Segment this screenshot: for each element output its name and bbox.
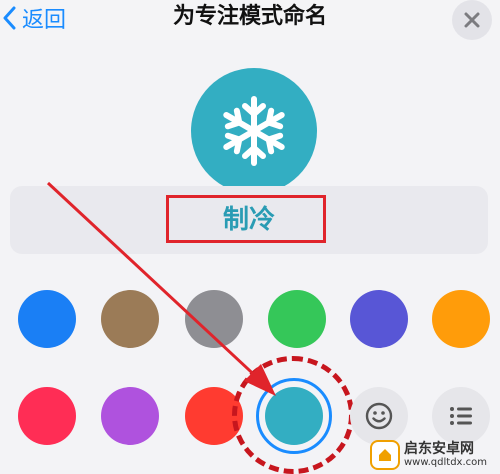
watermark: 启东安卓网 www.qdltdx.com bbox=[370, 436, 500, 474]
page-title: 为专注模式命名 bbox=[172, 4, 327, 29]
close-button[interactable] bbox=[452, 0, 492, 40]
color-swatch-pink[interactable] bbox=[18, 387, 76, 445]
color-swatch-blue[interactable] bbox=[18, 290, 76, 348]
color-swatch-orange[interactable] bbox=[432, 290, 490, 348]
focus-name-screen: 返回 为专注模式命名 制冷 启东安卓网 www.qdltdx.com bbox=[0, 0, 500, 474]
color-swatch-purple[interactable] bbox=[101, 387, 159, 445]
color-swatch-teal-selected[interactable] bbox=[265, 387, 323, 445]
smiley-icon bbox=[365, 402, 393, 430]
annotation-highlight-box bbox=[166, 195, 326, 243]
watermark-logo-icon bbox=[370, 440, 400, 470]
color-swatch-brown[interactable] bbox=[101, 290, 159, 348]
color-swatch-green[interactable] bbox=[268, 290, 326, 348]
watermark-url: www.qdltdx.com bbox=[404, 457, 487, 469]
mode-icon-circle[interactable] bbox=[191, 68, 317, 194]
snowflake-icon bbox=[218, 96, 290, 167]
color-swatch-indigo[interactable] bbox=[350, 290, 408, 348]
color-swatch-gray[interactable] bbox=[185, 290, 243, 348]
nav-bar: 返回 为专注模式命名 bbox=[0, 0, 500, 40]
close-icon bbox=[464, 12, 480, 28]
list-icon bbox=[450, 407, 472, 425]
watermark-text: 启东安卓网 bbox=[404, 440, 474, 457]
